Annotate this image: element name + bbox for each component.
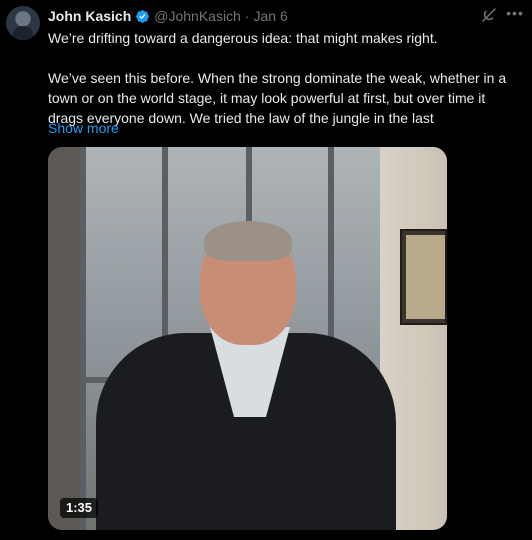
- tweet: John Kasich @JohnKasich · Jan 6 ••• We’r…: [0, 0, 532, 540]
- tweet-header: John Kasich @JohnKasich · Jan 6: [48, 6, 288, 26]
- video-duration-badge: 1:35: [60, 498, 99, 518]
- show-more-link[interactable]: Show more: [48, 118, 119, 138]
- author-handle[interactable]: @JohnKasich: [154, 8, 241, 24]
- more-options-icon[interactable]: •••: [504, 2, 526, 24]
- tweet-date[interactable]: Jan 6: [254, 8, 288, 24]
- verified-badge-icon: [136, 9, 150, 23]
- tweet-paragraph-1: We’re drifting toward a dangerous idea: …: [48, 30, 438, 46]
- grok-icon[interactable]: [480, 6, 498, 24]
- author-name[interactable]: John Kasich: [48, 8, 131, 24]
- video-scene-wall: [48, 147, 80, 530]
- tweet-text: We’re drifting toward a dangerous idea: …: [48, 28, 520, 128]
- video-scene-frame: [400, 229, 447, 325]
- separator-dot: ·: [244, 8, 250, 24]
- video-player[interactable]: 1:35: [48, 147, 447, 530]
- avatar[interactable]: [6, 6, 40, 40]
